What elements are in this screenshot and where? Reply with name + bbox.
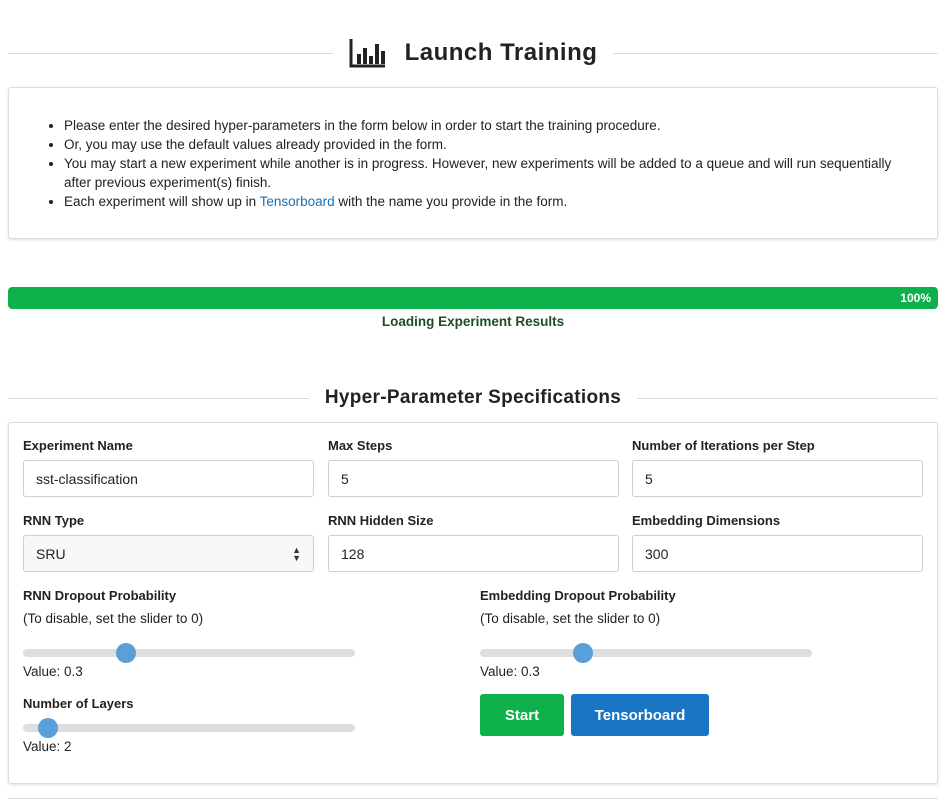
progress-fill: 100% [8,287,938,309]
slider-thumb[interactable] [572,643,593,663]
embedding-dropout-hint: (To disable, set the slider to 0) [480,611,661,626]
instruction-item: Or, you may use the default values alrea… [64,135,937,154]
tensorboard-link[interactable]: Tensorboard [260,194,335,209]
page-title-row: Launch Training [8,36,938,70]
page-title: Launch Training [404,39,598,66]
title-divider-right [613,52,938,54]
progress-bar: 100% [8,287,938,309]
rnn-hidden-size-input[interactable]: 128 [328,535,619,572]
rnn-dropout-label: RNN Dropout Probability [23,588,177,603]
rnn-dropout-value: Value: 0.3 [23,664,83,679]
section-title-row: Hyper-Parameter Specifications [8,386,939,410]
slider-track [23,649,355,657]
experiment-name-input[interactable]: sst-classification [23,460,314,497]
instructions-list: Please enter the desired hyper-parameter… [9,88,937,211]
embedding-dropout-value: Value: 0.3 [480,664,540,679]
instruction-item: Please enter the desired hyper-parameter… [64,116,937,135]
iterations-per-step-input[interactable]: 5 [632,460,923,497]
tensorboard-button[interactable]: Tensorboard [571,694,709,736]
instructions-card: Please enter the desired hyper-parameter… [8,87,938,239]
embedding-dropout-slider[interactable] [480,643,812,663]
instruction-item: Each experiment will show up in Tensorbo… [64,192,937,211]
section-divider-left [8,397,309,399]
slider-track [480,649,812,657]
section-title: Hyper-Parameter Specifications [324,387,622,408]
rnn-type-value: SRU [36,545,66,562]
slider-track [23,724,355,732]
page-bottom-divider [8,798,938,799]
max-steps-label: Max Steps [328,438,393,453]
iterations-per-step-label: Number of Iterations per Step [632,438,815,453]
embedding-dropout-label: Embedding Dropout Probability [480,588,676,603]
title-wrap: Launch Training [333,38,614,68]
progress-percent: 100% [900,291,931,305]
embedding-dimensions-input[interactable]: 300 [632,535,923,572]
instruction-text: Each experiment will show up in [64,194,260,209]
section-title-wrap: Hyper-Parameter Specifications [309,387,637,409]
rnn-dropout-slider[interactable] [23,643,355,663]
select-caret-icon: ▲ ▼ [292,544,301,563]
section-divider-right [637,397,939,399]
rnn-dropout-hint: (To disable, set the slider to 0) [23,611,204,626]
max-steps-input[interactable]: 5 [328,460,619,497]
rnn-hidden-size-label: RNN Hidden Size [328,513,434,528]
experiment-name-label: Experiment Name [23,438,133,453]
title-divider-left [8,52,333,54]
num-layers-value: Value: 2 [23,739,72,754]
start-button[interactable]: Start [480,694,564,736]
slider-thumb[interactable] [115,643,136,663]
hyperparameter-form: Experiment Name sst-classification Max S… [8,422,938,784]
bar-chart-icon [349,38,387,68]
instruction-item: You may start a new experiment while ano… [64,154,937,192]
rnn-type-select[interactable]: SRU ▲ ▼ [23,535,314,572]
progress-status: Loading Experiment Results [381,314,565,329]
rnn-type-label: RNN Type [23,513,85,528]
slider-thumb[interactable] [38,718,58,738]
instruction-text: with the name you provide in the form. [334,194,568,209]
num-layers-slider[interactable] [23,718,355,738]
num-layers-label: Number of Layers [23,696,134,711]
embedding-dimensions-label: Embedding Dimensions [632,513,781,528]
